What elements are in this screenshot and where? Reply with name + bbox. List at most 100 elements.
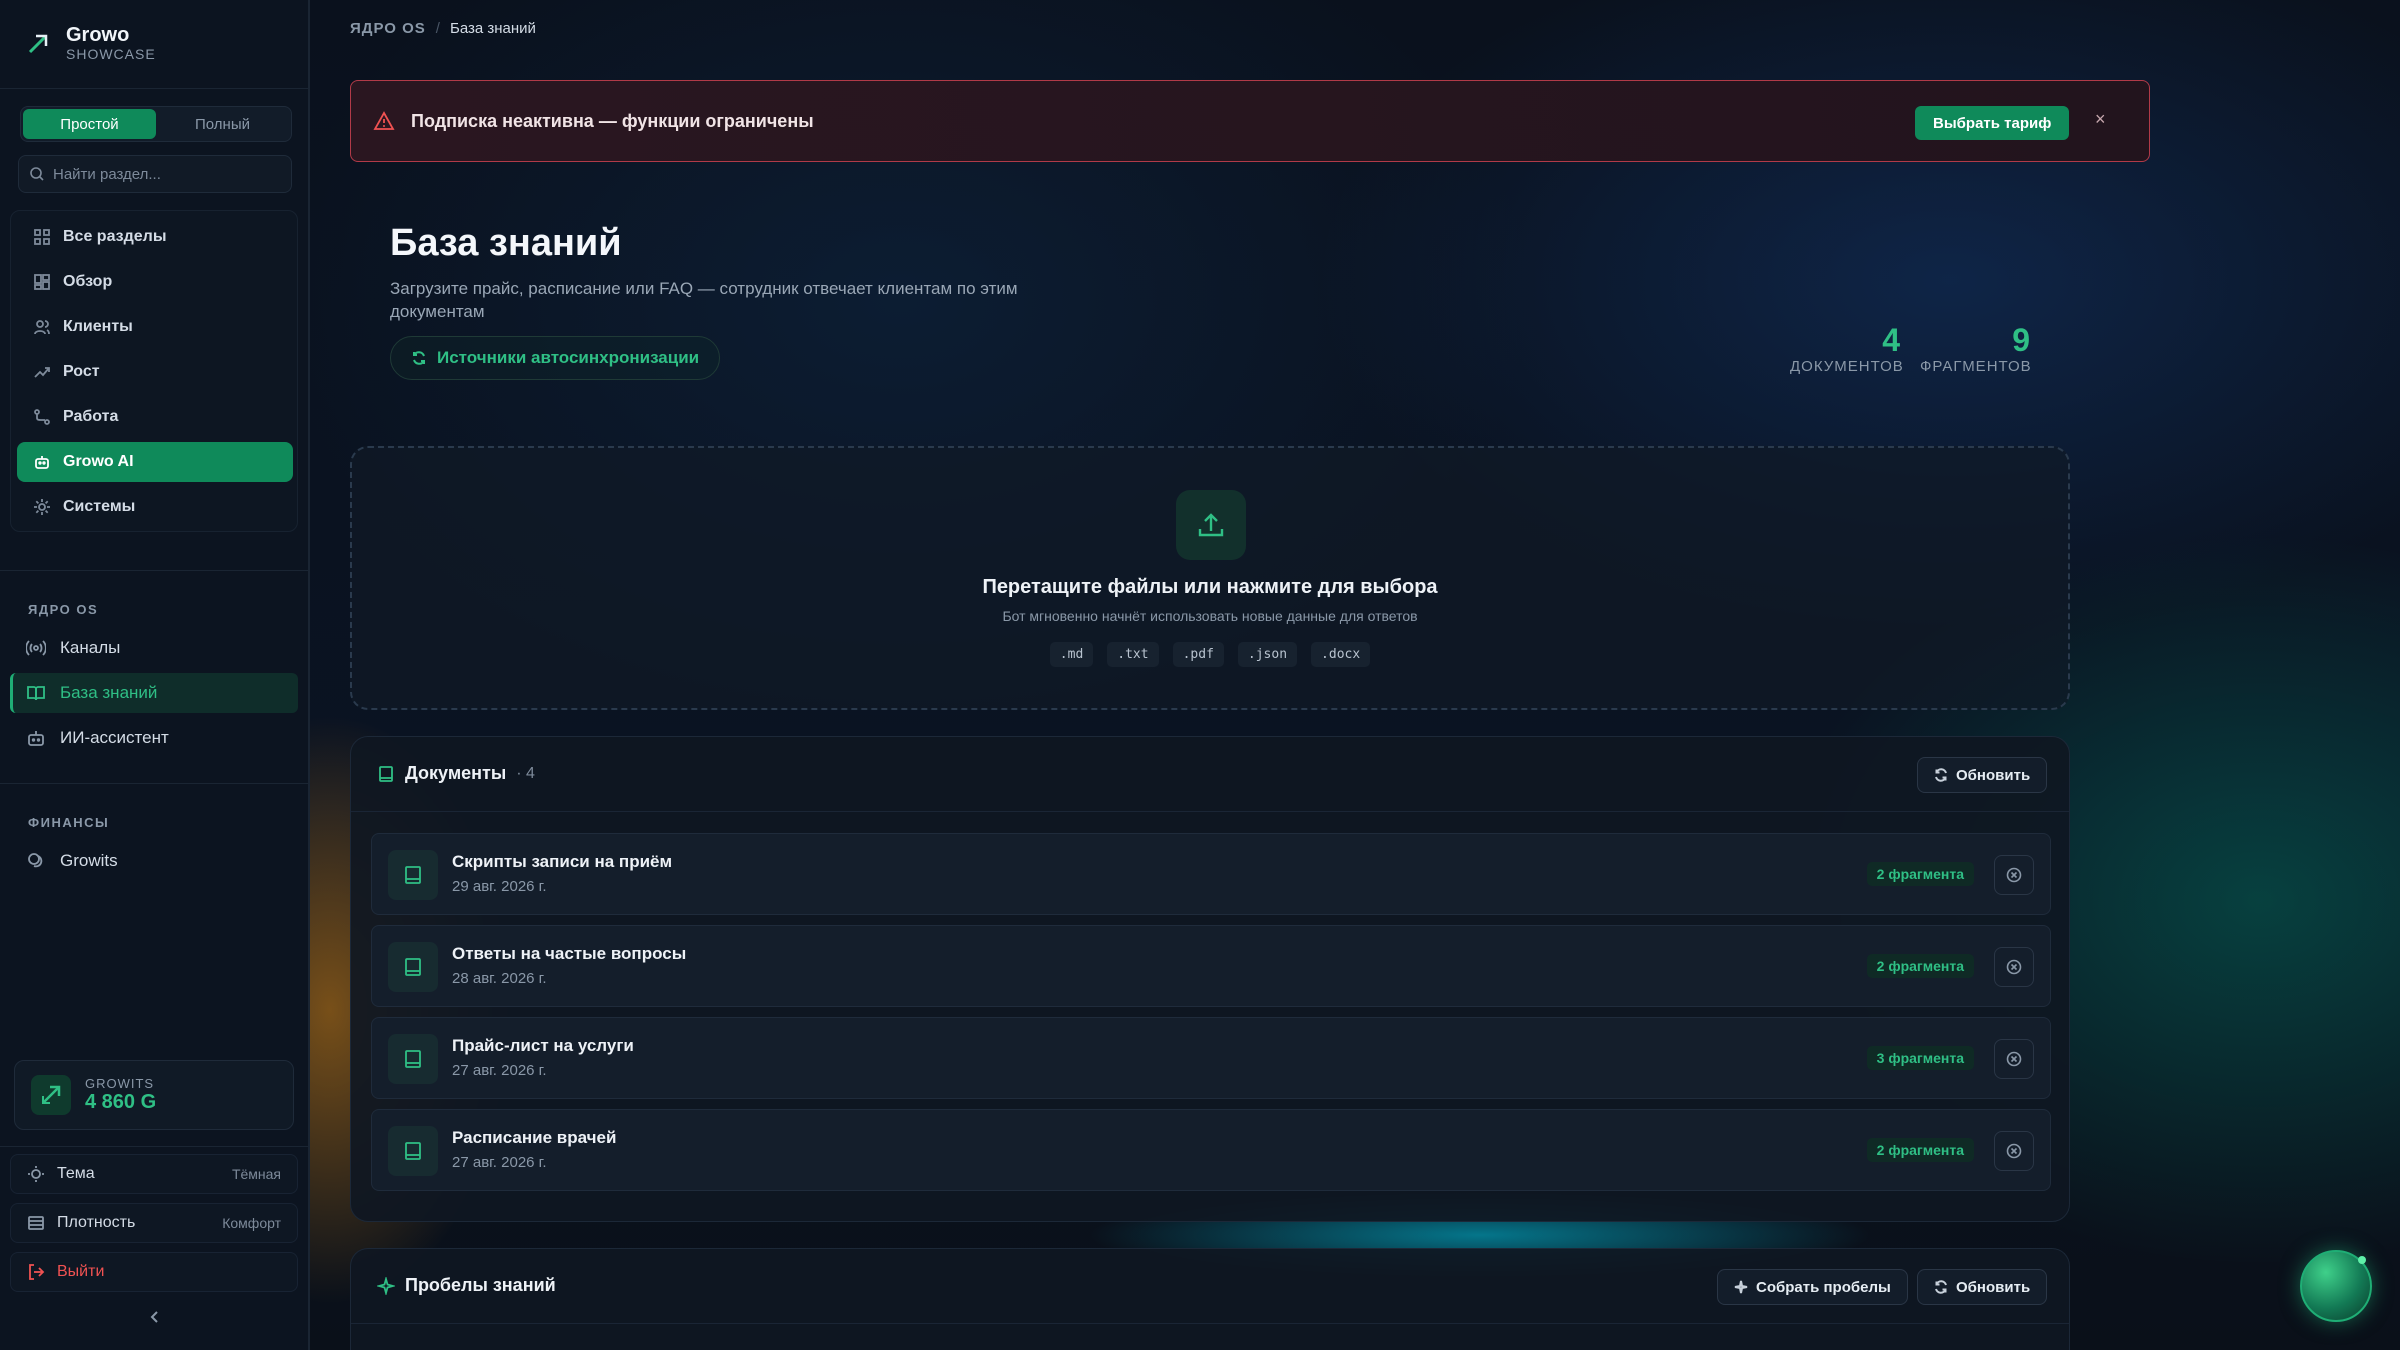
mode-simple[interactable]: Простой bbox=[23, 109, 156, 139]
nav-item-label: Системы bbox=[63, 498, 136, 515]
gaps-header: Пробелы знаний bbox=[377, 1275, 556, 1296]
theme-label: Тема bbox=[57, 1165, 95, 1182]
nav-item-overview[interactable]: Обзор bbox=[17, 262, 293, 302]
theme-setting[interactable]: Тема Тёмная bbox=[10, 1154, 298, 1194]
search-input[interactable] bbox=[53, 165, 273, 183]
file-dropzone[interactable]: Перетащите файлы или нажмите для выбора … bbox=[350, 446, 2070, 710]
main-nav: Все разделы Обзор Клиенты Рост Работа Gr… bbox=[10, 210, 298, 532]
refresh-gaps-button[interactable]: Обновить bbox=[1917, 1269, 2048, 1305]
close-circle-icon bbox=[2006, 1051, 2022, 1067]
warning-icon bbox=[373, 111, 395, 130]
chevron-left-icon[interactable] bbox=[146, 1308, 164, 1326]
format-tag: .docx bbox=[1311, 642, 1371, 667]
format-tag: .md bbox=[1049, 642, 1094, 667]
page-title: База знаний bbox=[390, 222, 622, 264]
assistant-orb-button[interactable] bbox=[2300, 1250, 2372, 1322]
sidebar-item-growits[interactable]: Growits bbox=[10, 841, 298, 881]
nav-item-growth[interactable]: Рост bbox=[17, 352, 293, 392]
refresh-icon bbox=[1935, 768, 1947, 782]
collect-gaps-button[interactable]: Собрать пробелы bbox=[1717, 1269, 1908, 1305]
documents-header: Документы · 4 bbox=[377, 763, 535, 784]
coins-icon bbox=[28, 853, 43, 868]
document-name: Прайс-лист на услуги bbox=[452, 1036, 634, 1055]
section-title-core: ЯДРО OS bbox=[28, 602, 99, 617]
stat-fragments-label: ФРАГМЕНТОВ bbox=[1920, 358, 2032, 375]
delete-document-button[interactable] bbox=[1994, 855, 2034, 895]
breadcrumb-root[interactable]: ЯДРО OS bbox=[350, 20, 426, 37]
fragments-badge: 2 фрагмента bbox=[1866, 862, 1974, 886]
document-row[interactable]: Прайс-лист на услуги 27 авг. 2026 г. 3 ф… bbox=[371, 1017, 2051, 1099]
growits-balance[interactable]: GROWITS 4 860 G bbox=[14, 1060, 294, 1130]
divider bbox=[0, 570, 308, 571]
brand-logo[interactable]: Growo SHOWCASE bbox=[26, 24, 156, 62]
subscription-alert: Подписка неактивна — функции ограничены … bbox=[350, 80, 2150, 162]
document-row[interactable]: Ответы на частые вопросы 28 авг. 2026 г.… bbox=[371, 925, 2051, 1007]
theme-icon bbox=[28, 1166, 44, 1182]
close-circle-icon bbox=[2006, 867, 2022, 883]
sidebar-item-ai-assistant[interactable]: ИИ-ассистент bbox=[10, 718, 298, 758]
nav-item-growo-ai[interactable]: Growo AI bbox=[17, 442, 293, 482]
nav-item-label: Работа bbox=[63, 408, 119, 425]
close-icon[interactable]: × bbox=[2095, 109, 2106, 130]
logout-button[interactable]: Выйти bbox=[10, 1252, 298, 1292]
document-row[interactable]: Скрипты записи на приём 29 авг. 2026 г. … bbox=[371, 833, 2051, 915]
document-name: Ответы на частые вопросы bbox=[452, 944, 687, 963]
grid-icon bbox=[34, 229, 50, 245]
documents-title: Документы bbox=[405, 763, 507, 783]
documents-count: · 4 bbox=[516, 764, 535, 782]
sidebar-item-label: Каналы bbox=[60, 638, 121, 657]
brand-sub: SHOWCASE bbox=[66, 46, 156, 62]
document-date: 29 авг. 2026 г. bbox=[452, 878, 547, 895]
nav-item-label: Клиенты bbox=[63, 318, 133, 335]
gaps-title: Пробелы знаний bbox=[405, 1275, 556, 1295]
nav-item-systems[interactable]: Системы bbox=[17, 487, 293, 527]
autosync-sources-button[interactable]: Источники автосинхронизации bbox=[390, 336, 721, 380]
mode-full[interactable]: Полный bbox=[156, 109, 289, 139]
document-icon bbox=[388, 1034, 438, 1084]
sidebar-item-label: Growits bbox=[60, 851, 118, 870]
refresh-icon bbox=[1935, 1280, 1947, 1294]
stat-documents: 4 ДОКУМЕНТОВ bbox=[1790, 322, 1904, 375]
bot-icon bbox=[35, 456, 49, 469]
nav-item-label: Все разделы bbox=[63, 228, 167, 245]
refresh-documents-button[interactable]: Обновить bbox=[1917, 757, 2048, 793]
format-tag: .json bbox=[1237, 642, 1298, 667]
nav-item-label: Рост bbox=[63, 363, 100, 380]
document-row[interactable]: Расписание врачей 27 авг. 2026 г. 2 фраг… bbox=[371, 1109, 2051, 1191]
alert-text: Подписка неактивна — функции ограничены bbox=[411, 110, 814, 131]
divider bbox=[0, 88, 308, 89]
mode-toggle: Простой Полный bbox=[20, 106, 292, 142]
delete-document-button[interactable] bbox=[1994, 1039, 2034, 1079]
sidebar: Growo SHOWCASE Простой Полный Все раздел… bbox=[0, 0, 310, 1350]
density-label: Плотность bbox=[57, 1214, 136, 1231]
document-icon bbox=[388, 1126, 438, 1176]
document-date: 28 авг. 2026 г. bbox=[452, 970, 547, 987]
nav-item-work[interactable]: Работа bbox=[17, 397, 293, 437]
logout-label: Выйти bbox=[57, 1263, 105, 1280]
upload-icon bbox=[1176, 490, 1246, 560]
choose-plan-button[interactable]: Выбрать тариф bbox=[1915, 106, 2070, 140]
divider bbox=[0, 1146, 308, 1147]
section-search bbox=[18, 155, 292, 193]
sidebar-item-knowledge-base[interactable]: База знаний bbox=[10, 673, 298, 713]
book-icon bbox=[379, 765, 393, 782]
divider bbox=[351, 1323, 2069, 1324]
nav-item-clients[interactable]: Клиенты bbox=[17, 307, 293, 347]
gear-icon bbox=[34, 499, 50, 515]
stat-documents-label: ДОКУМЕНТОВ bbox=[1790, 358, 1904, 375]
bot-icon bbox=[28, 731, 44, 746]
growo-logo-icon bbox=[28, 34, 48, 54]
stat-fragments-value: 9 bbox=[2012, 322, 2030, 358]
growits-icon bbox=[31, 1075, 71, 1115]
growits-value: 4 860 G bbox=[85, 1091, 157, 1113]
document-name: Расписание врачей bbox=[452, 1128, 617, 1147]
density-setting[interactable]: Плотность Комфорт bbox=[10, 1203, 298, 1243]
knowledge-gaps-panel: Пробелы знаний Собрать пробелы Обновить bbox=[350, 1248, 2070, 1350]
nav-item-all-sections[interactable]: Все разделы bbox=[17, 217, 293, 257]
delete-document-button[interactable] bbox=[1994, 947, 2034, 987]
close-circle-icon bbox=[2006, 959, 2022, 975]
delete-document-button[interactable] bbox=[1994, 1131, 2034, 1171]
document-name: Скрипты записи на приём bbox=[452, 852, 673, 871]
nav-item-label: Обзор bbox=[63, 273, 113, 290]
sidebar-item-channels[interactable]: Каналы bbox=[10, 628, 298, 668]
